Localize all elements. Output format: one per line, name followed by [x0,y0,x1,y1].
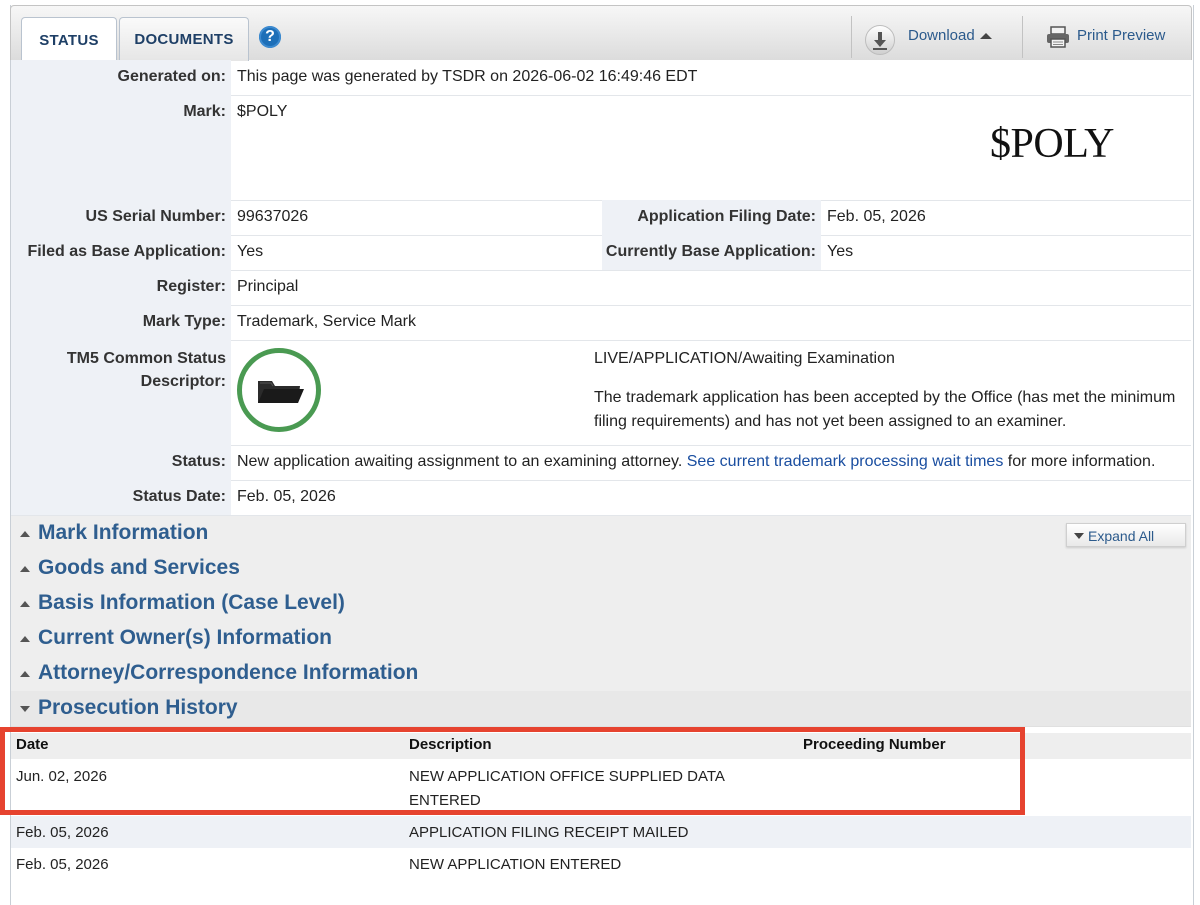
download-button[interactable]: Download [908,27,975,44]
history-date: Feb. 05, 2026 [16,824,109,841]
serial-row: US Serial Number: 99637026 Application F… [11,200,1191,236]
status-date-label: Status Date: [11,480,231,515]
tm5-description-line1: The trademark application has been accep… [594,389,1176,406]
generated-on-row: Generated on: This page was generated by… [11,60,1191,96]
history-description: APPLICATION FILING RECEIPT MAILED [409,824,689,841]
history-date: Feb. 05, 2026 [16,856,109,873]
tab-status[interactable]: STATUS [21,17,117,62]
current-base-label: Currently Base Application: [602,235,821,270]
section-attorney-correspondence[interactable]: Attorney/Correspondence Information [11,656,1191,692]
filed-base-label: Filed as Base Application: [11,235,231,270]
download-icon[interactable] [865,25,895,55]
table-row: Feb. 05, 2026 APPLICATION FILING RECEIPT… [11,816,1191,848]
filing-date-label: Application Filing Date: [602,200,821,235]
printer-icon[interactable] [1045,25,1071,49]
expand-arrow-icon[interactable] [20,706,30,712]
help-icon[interactable]: ? [259,26,281,48]
mark-type-row: Mark Type: Trademark, Service Mark [11,305,1191,341]
table-row: Feb. 05, 2026 NEW APPLICATION ENTERED [11,849,1191,881]
filed-base-value: Yes [237,243,264,260]
section-title[interactable]: Attorney/Correspondence Information [38,661,418,685]
tm5-description-line2: filing requirements) and has not yet bee… [594,413,1067,430]
register-label: Register: [11,270,231,305]
register-row: Register: Principal [11,270,1191,306]
mark-image: $POLY [990,121,1114,167]
caret-down-icon [1074,533,1084,539]
section-title[interactable]: Goods and Services [38,556,240,580]
serial-number-value: 99637026 [237,208,309,225]
status-date-row: Status Date: Feb. 05, 2026 [11,480,1191,516]
mark-value: $POLY [237,103,288,120]
section-mark-information[interactable]: Mark Information [11,516,1191,552]
generated-on-label: Generated on: [11,60,231,95]
status-value: New application awaiting assignment to a… [237,453,1155,471]
section-goods-and-services[interactable]: Goods and Services [11,551,1191,587]
current-base-value: Yes [827,243,854,260]
base-application-row: Filed as Base Application: Yes Currently… [11,235,1191,271]
folder-status-icon [237,348,321,432]
top-tab-bar: STATUS DOCUMENTS ? Download Print Previe… [10,5,1192,62]
status-date-value: Feb. 05, 2026 [237,488,336,505]
status-text: New application awaiting assignment to a… [237,453,683,470]
section-current-owners[interactable]: Current Owner(s) Information [11,621,1191,657]
mark-label: Mark: [11,95,231,200]
section-title[interactable]: Mark Information [38,521,208,545]
toolbar-divider [851,16,852,58]
register-value: Principal [237,278,299,295]
tab-documents[interactable]: DOCUMENTS [119,17,249,61]
mark-type-label: Mark Type: [11,305,231,340]
generated-on-value: This page was generated by TSDR on 2026-… [237,68,698,85]
caret-up-icon[interactable] [980,33,992,39]
expand-all-label: Expand All [1088,528,1155,544]
status-row: Status: New application awaiting assignm… [11,445,1191,481]
tm5-label: TM5 Common Status Descriptor: [11,340,231,445]
collapse-arrow-icon[interactable] [20,636,30,642]
toolbar-divider [1022,16,1023,58]
print-preview-button[interactable]: Print Preview [1077,27,1165,44]
collapse-arrow-icon[interactable] [20,531,30,537]
status-label: Status: [11,445,231,480]
section-basis-information[interactable]: Basis Information (Case Level) [11,586,1191,622]
wait-times-link[interactable]: See current trademark processing wait ti… [687,453,1004,470]
status-suffix: for more information. [1007,453,1156,470]
section-title[interactable]: Prosecution History [38,696,238,720]
mark-type-value: Trademark, Service Mark [237,313,416,330]
section-prosecution-history[interactable]: Prosecution History [11,691,1191,727]
section-title[interactable]: Basis Information (Case Level) [38,591,345,615]
serial-number-label: US Serial Number: [11,200,231,235]
highlight-annotation-box [0,727,1025,815]
tm5-row: TM5 Common Status Descriptor: LIVE/APPLI… [11,340,1191,446]
expand-all-button[interactable]: Expand All [1066,523,1186,547]
history-description: NEW APPLICATION ENTERED [409,856,622,873]
tm5-status-text: LIVE/APPLICATION/Awaiting Examination [594,350,895,367]
filing-date-value: Feb. 05, 2026 [827,208,926,225]
collapse-arrow-icon[interactable] [20,601,30,607]
collapse-arrow-icon[interactable] [20,671,30,677]
section-title[interactable]: Current Owner(s) Information [38,626,332,650]
collapse-arrow-icon[interactable] [20,566,30,572]
